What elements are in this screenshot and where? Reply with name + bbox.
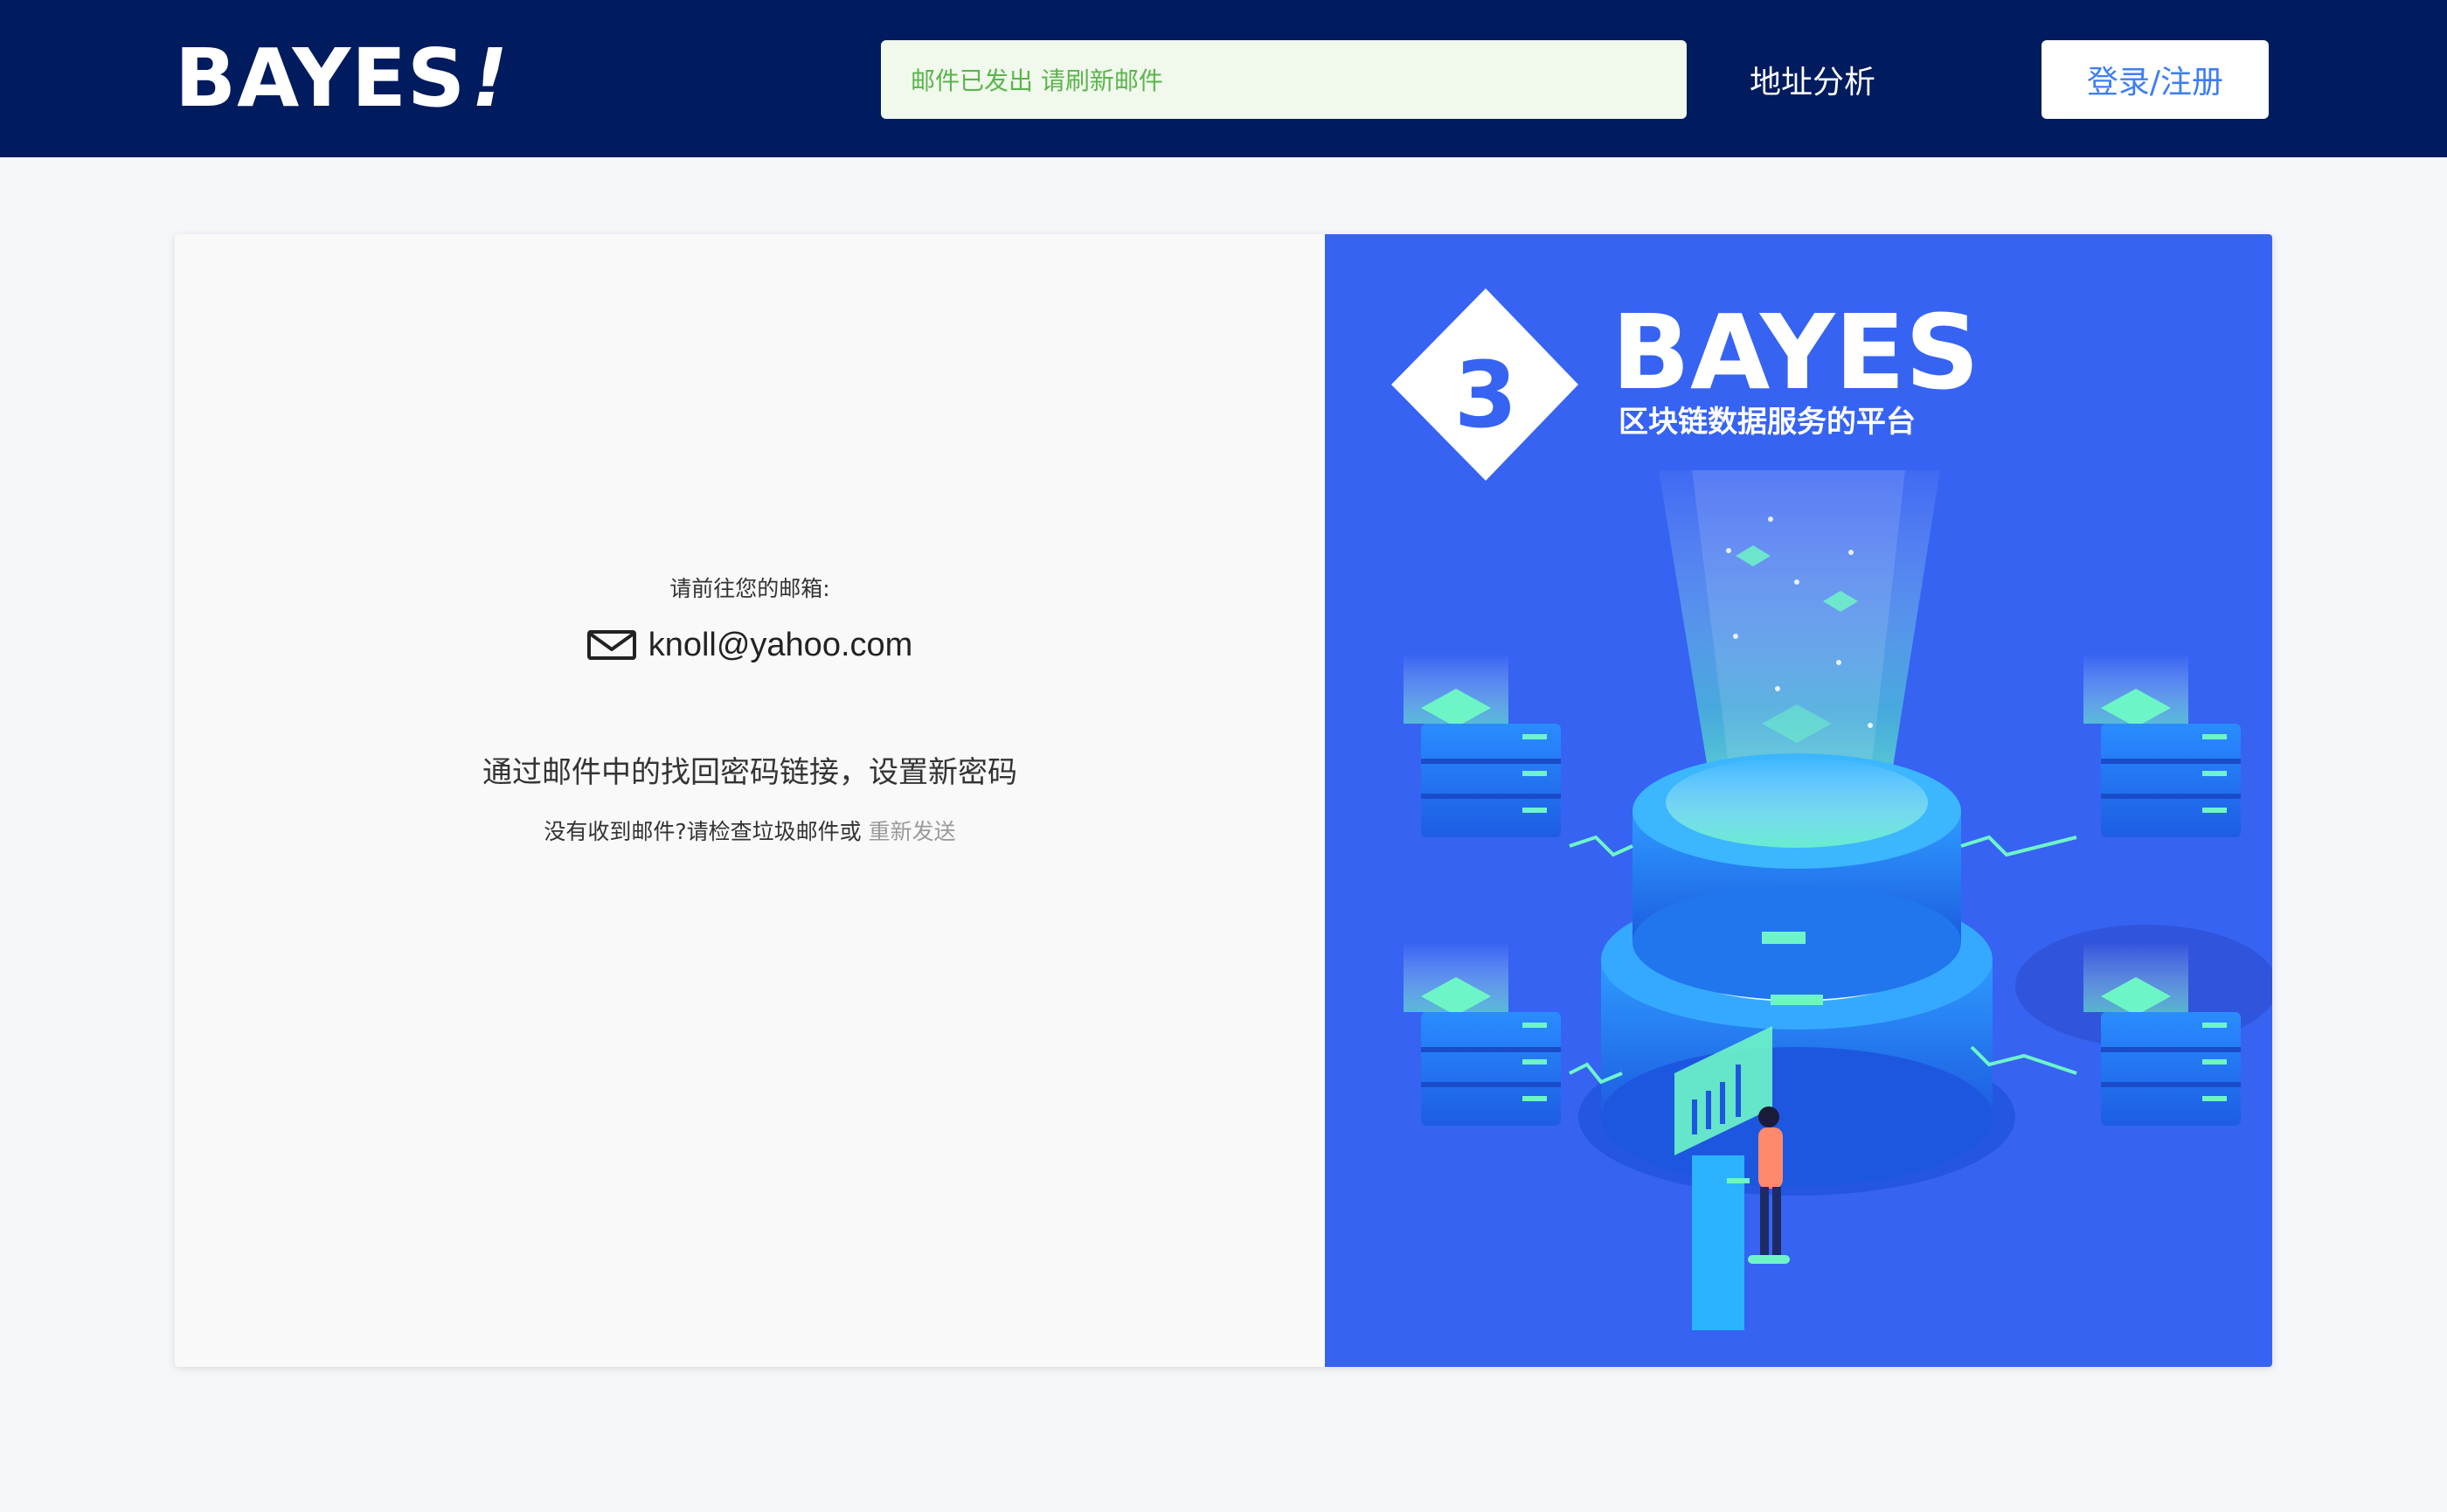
- nav-address-analysis[interactable]: 地址分析: [1750, 49, 1875, 110]
- envelope-icon: [586, 630, 636, 660]
- reset-instruction: 通过邮件中的找回密码链接，设置新密码: [482, 755, 1017, 790]
- email-sent-notice: 邮件已发出 请刷新邮件: [881, 40, 1687, 119]
- email-instructions-panel: 请前往您的邮箱: knoll@yahoo.com 通过邮件中的找回密码链接，设置…: [175, 234, 1325, 1367]
- promo-brand: BAYES: [1612, 292, 1979, 413]
- server-bottom-right: [2015, 925, 2272, 1126]
- email-address-row: knoll@yahoo.com: [175, 619, 1325, 671]
- logo-bang: !: [471, 31, 510, 125]
- not-received-text: 没有收到邮件?请检查垃圾邮件或: [544, 819, 862, 844]
- email-address: knoll@yahoo.com: [648, 626, 913, 663]
- diamond-logo-letter: 3: [1454, 342, 1517, 448]
- top-navbar: BAYES! 邮件已发出 请刷新邮件 地址分析 登录/注册: [0, 0, 2447, 157]
- promo-illustration-panel: 3 BAYES 区块链数据服务的平台: [1325, 234, 2272, 1367]
- bayes-logo[interactable]: BAYES!: [175, 30, 509, 126]
- central-platform: [1578, 753, 2015, 1196]
- reset-password-card: 请前往您的邮箱: knoll@yahoo.com 通过邮件中的找回密码链接，设置…: [175, 234, 2272, 1367]
- server-top-left: [1404, 654, 1561, 837]
- server-top-right: [2083, 654, 2241, 837]
- server-bottom-left: [1404, 942, 1561, 1126]
- blockchain-illustration: 3 BAYES 区块链数据服务的平台: [1391, 288, 2272, 1330]
- bayes-diamond-logo: 3: [1391, 288, 1578, 481]
- promo-tagline: 区块链数据服务的平台: [1619, 405, 1916, 440]
- resend-row: 没有收到邮件?请检查垃圾邮件或 重新发送: [175, 815, 1325, 846]
- resend-link[interactable]: 重新发送: [869, 819, 956, 844]
- goto-mailbox-label: 请前往您的邮箱:: [669, 576, 830, 601]
- login-register-button[interactable]: 登录/注册: [2041, 40, 2269, 119]
- logo-text: BAYES: [175, 31, 467, 125]
